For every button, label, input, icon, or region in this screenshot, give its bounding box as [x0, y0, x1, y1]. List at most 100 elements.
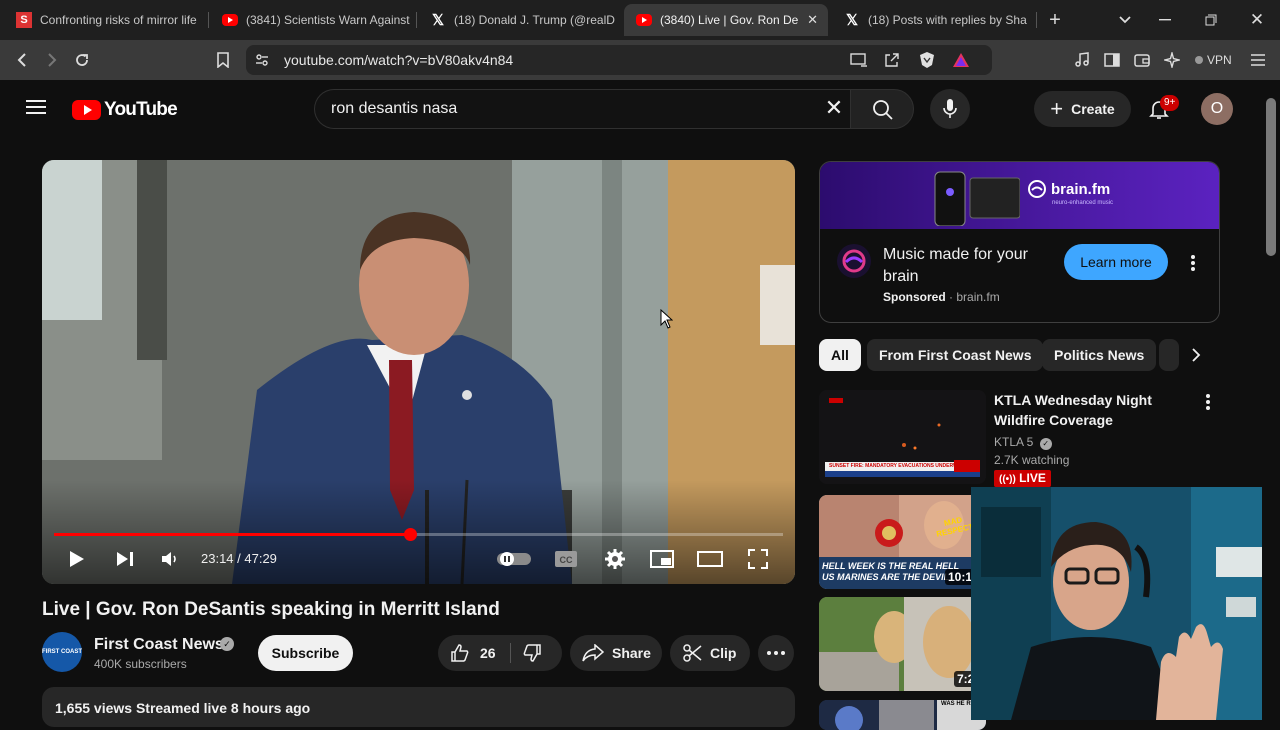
tab-title: Confronting risks of mirror life — [40, 13, 197, 27]
clip-button[interactable]: Clip — [670, 635, 750, 671]
ad-title[interactable]: Music made for your brain — [883, 244, 1053, 288]
progress-bar[interactable] — [54, 528, 783, 541]
sponsored-ad-card[interactable]: brain.fm neuro-enhanced music — [819, 161, 1220, 323]
browser-tab-bar: S Confronting risks of mirror life (3841… — [0, 0, 1280, 40]
autoplay-toggle[interactable] — [497, 546, 531, 572]
rec-title[interactable]: KTLA Wednesday Night Wildfire Coverage — [994, 390, 1199, 430]
chip-overflow[interactable] — [1159, 339, 1179, 371]
ad-banner-image[interactable]: brain.fm neuro-enhanced music — [820, 162, 1219, 229]
leo-ai-icon[interactable] — [1160, 48, 1184, 72]
youtube-icon — [222, 12, 238, 28]
share-label: Share — [612, 645, 651, 661]
minimize-icon[interactable] — [1153, 8, 1177, 32]
youtube-logo[interactable]: YouTube — [72, 99, 178, 121]
like-button[interactable]: 26 — [438, 635, 510, 671]
create-button[interactable]: + Create — [1034, 91, 1131, 127]
substack-icon: S — [16, 12, 32, 28]
forward-icon[interactable] — [40, 48, 64, 72]
miniplayer-icon[interactable] — [649, 546, 675, 572]
more-actions-icon[interactable] — [758, 635, 794, 671]
address-bar[interactable]: youtube.com/watch?v=bV80akv4n84 — [246, 45, 992, 75]
rec-thumbnail[interactable]: MAD RESPECT HELL WEEK IS THE REAL HELL U… — [819, 495, 986, 589]
brave-rewards-icon[interactable] — [952, 51, 970, 69]
chip-from-first-coast-news[interactable]: From First Coast News — [867, 339, 1044, 371]
thumbs-down-icon — [523, 644, 541, 662]
reload-icon[interactable] — [70, 48, 94, 72]
learn-more-button[interactable]: Learn more — [1064, 244, 1168, 280]
share-button[interactable]: Share — [570, 635, 662, 671]
wallet-icon[interactable] — [1130, 48, 1154, 72]
channel-avatar[interactable]: FIRST COAST NEWS — [42, 632, 82, 695]
view-count-and-date: 1,655 views Streamed live 8 hours ago — [55, 700, 311, 716]
scrollbar-thumb[interactable] — [1266, 98, 1276, 256]
brave-shields-icon[interactable] — [918, 51, 936, 69]
media-icon[interactable] — [1070, 48, 1094, 72]
like-divider — [510, 643, 511, 663]
subscribe-button[interactable]: Subscribe — [258, 635, 353, 671]
new-tab-icon[interactable]: + — [1043, 8, 1067, 32]
microphone-icon — [943, 99, 957, 118]
restore-icon[interactable] — [1199, 8, 1223, 32]
chip-all[interactable]: All — [819, 339, 861, 371]
time-display: 23:14 / 47:29 — [201, 551, 277, 566]
fire-night-image — [819, 390, 986, 484]
next-icon[interactable] — [112, 546, 138, 572]
share-page-icon[interactable] — [884, 52, 900, 73]
video-player[interactable]: 23:14 / 47:29 CC — [42, 160, 795, 584]
verified-icon: ✓ — [220, 637, 234, 651]
play-icon[interactable] — [64, 546, 90, 572]
url-text[interactable]: youtube.com/watch?v=bV80akv4n84 — [284, 52, 513, 68]
tab-divider — [416, 12, 417, 28]
rec-thumbnail[interactable]: 7:2 — [819, 597, 986, 691]
voice-search-button[interactable] — [930, 89, 970, 129]
chevron-right-icon[interactable] — [1188, 347, 1204, 363]
bookmark-icon[interactable] — [211, 48, 235, 72]
video-title: Live | Gov. Ron DeSantis speaking in Mer… — [42, 599, 500, 620]
dislike-button[interactable] — [522, 643, 544, 665]
browser-tab[interactable]: 𝕏 (18) Posts with replies by Sha — [832, 4, 1032, 36]
like-dislike-group: 26 — [438, 635, 562, 671]
tab-divider — [1036, 12, 1037, 28]
ad-more-icon[interactable] — [1191, 255, 1195, 273]
browser-tab[interactable]: S Confronting risks of mirror life — [4, 4, 204, 36]
account-avatar[interactable]: O — [1201, 93, 1233, 125]
ad-banner-brand: brain.fm — [1051, 180, 1111, 198]
rec-more-icon[interactable] — [1206, 394, 1210, 412]
channel-name[interactable]: First Coast News — [94, 636, 224, 654]
guide-menu-icon[interactable] — [24, 96, 48, 120]
fullscreen-icon[interactable] — [745, 546, 771, 572]
search-input[interactable]: ron desantis nasa — [331, 100, 457, 118]
share-icon — [582, 644, 604, 662]
theater-mode-icon[interactable] — [697, 546, 723, 572]
sidebar-toggle-icon[interactable] — [1100, 48, 1124, 72]
tab-title: (3840) Live | Gov. Ron De — [660, 13, 799, 27]
chip-politics-news[interactable]: Politics News — [1042, 339, 1157, 371]
volume-icon[interactable] — [157, 546, 183, 572]
vpn-button[interactable]: VPN — [1195, 50, 1232, 70]
settings-gear-icon[interactable] — [602, 546, 628, 572]
rec-thumbnail[interactable]: SUNSET FIRE: MANDATORY EVACUATIONS UNDER… — [819, 390, 986, 484]
captions-icon[interactable]: CC — [553, 546, 579, 572]
back-icon[interactable] — [10, 48, 34, 72]
close-window-icon[interactable]: ✕ — [1245, 8, 1269, 32]
rec-thumbnail[interactable]: WAS HE R — [819, 700, 986, 730]
mouse-cursor-icon — [660, 309, 673, 329]
ad-sponsored-line: Sponsored · brain.fm — [883, 290, 1000, 304]
youtube-icon — [636, 12, 652, 28]
rec-channel[interactable]: KTLA 5 ✓ — [994, 435, 1052, 450]
browser-menu-icon[interactable] — [1246, 48, 1270, 72]
site-settings-icon[interactable] — [254, 52, 270, 68]
search-button[interactable] — [850, 89, 914, 129]
youtube-wordmark: YouTube — [104, 99, 178, 120]
browser-tab-active[interactable]: (3840) Live | Gov. Ron De ✕ — [624, 4, 828, 36]
browser-tab[interactable]: (3841) Scientists Warn Against — [210, 4, 410, 36]
tab-title: (18) Posts with replies by Sha — [868, 13, 1027, 27]
cast-icon[interactable] — [850, 52, 868, 73]
tab-close-icon[interactable]: ✕ — [807, 12, 818, 28]
tab-search-icon[interactable] — [1113, 8, 1137, 32]
vpn-label: VPN — [1207, 53, 1232, 67]
brainfm-avatar-icon[interactable] — [837, 244, 871, 278]
browser-tab[interactable]: 𝕏 (18) Donald J. Trump (@realD — [418, 4, 618, 36]
clear-search-icon[interactable]: ✕ — [822, 96, 846, 120]
search-box[interactable]: ron desantis nasa — [314, 89, 851, 129]
